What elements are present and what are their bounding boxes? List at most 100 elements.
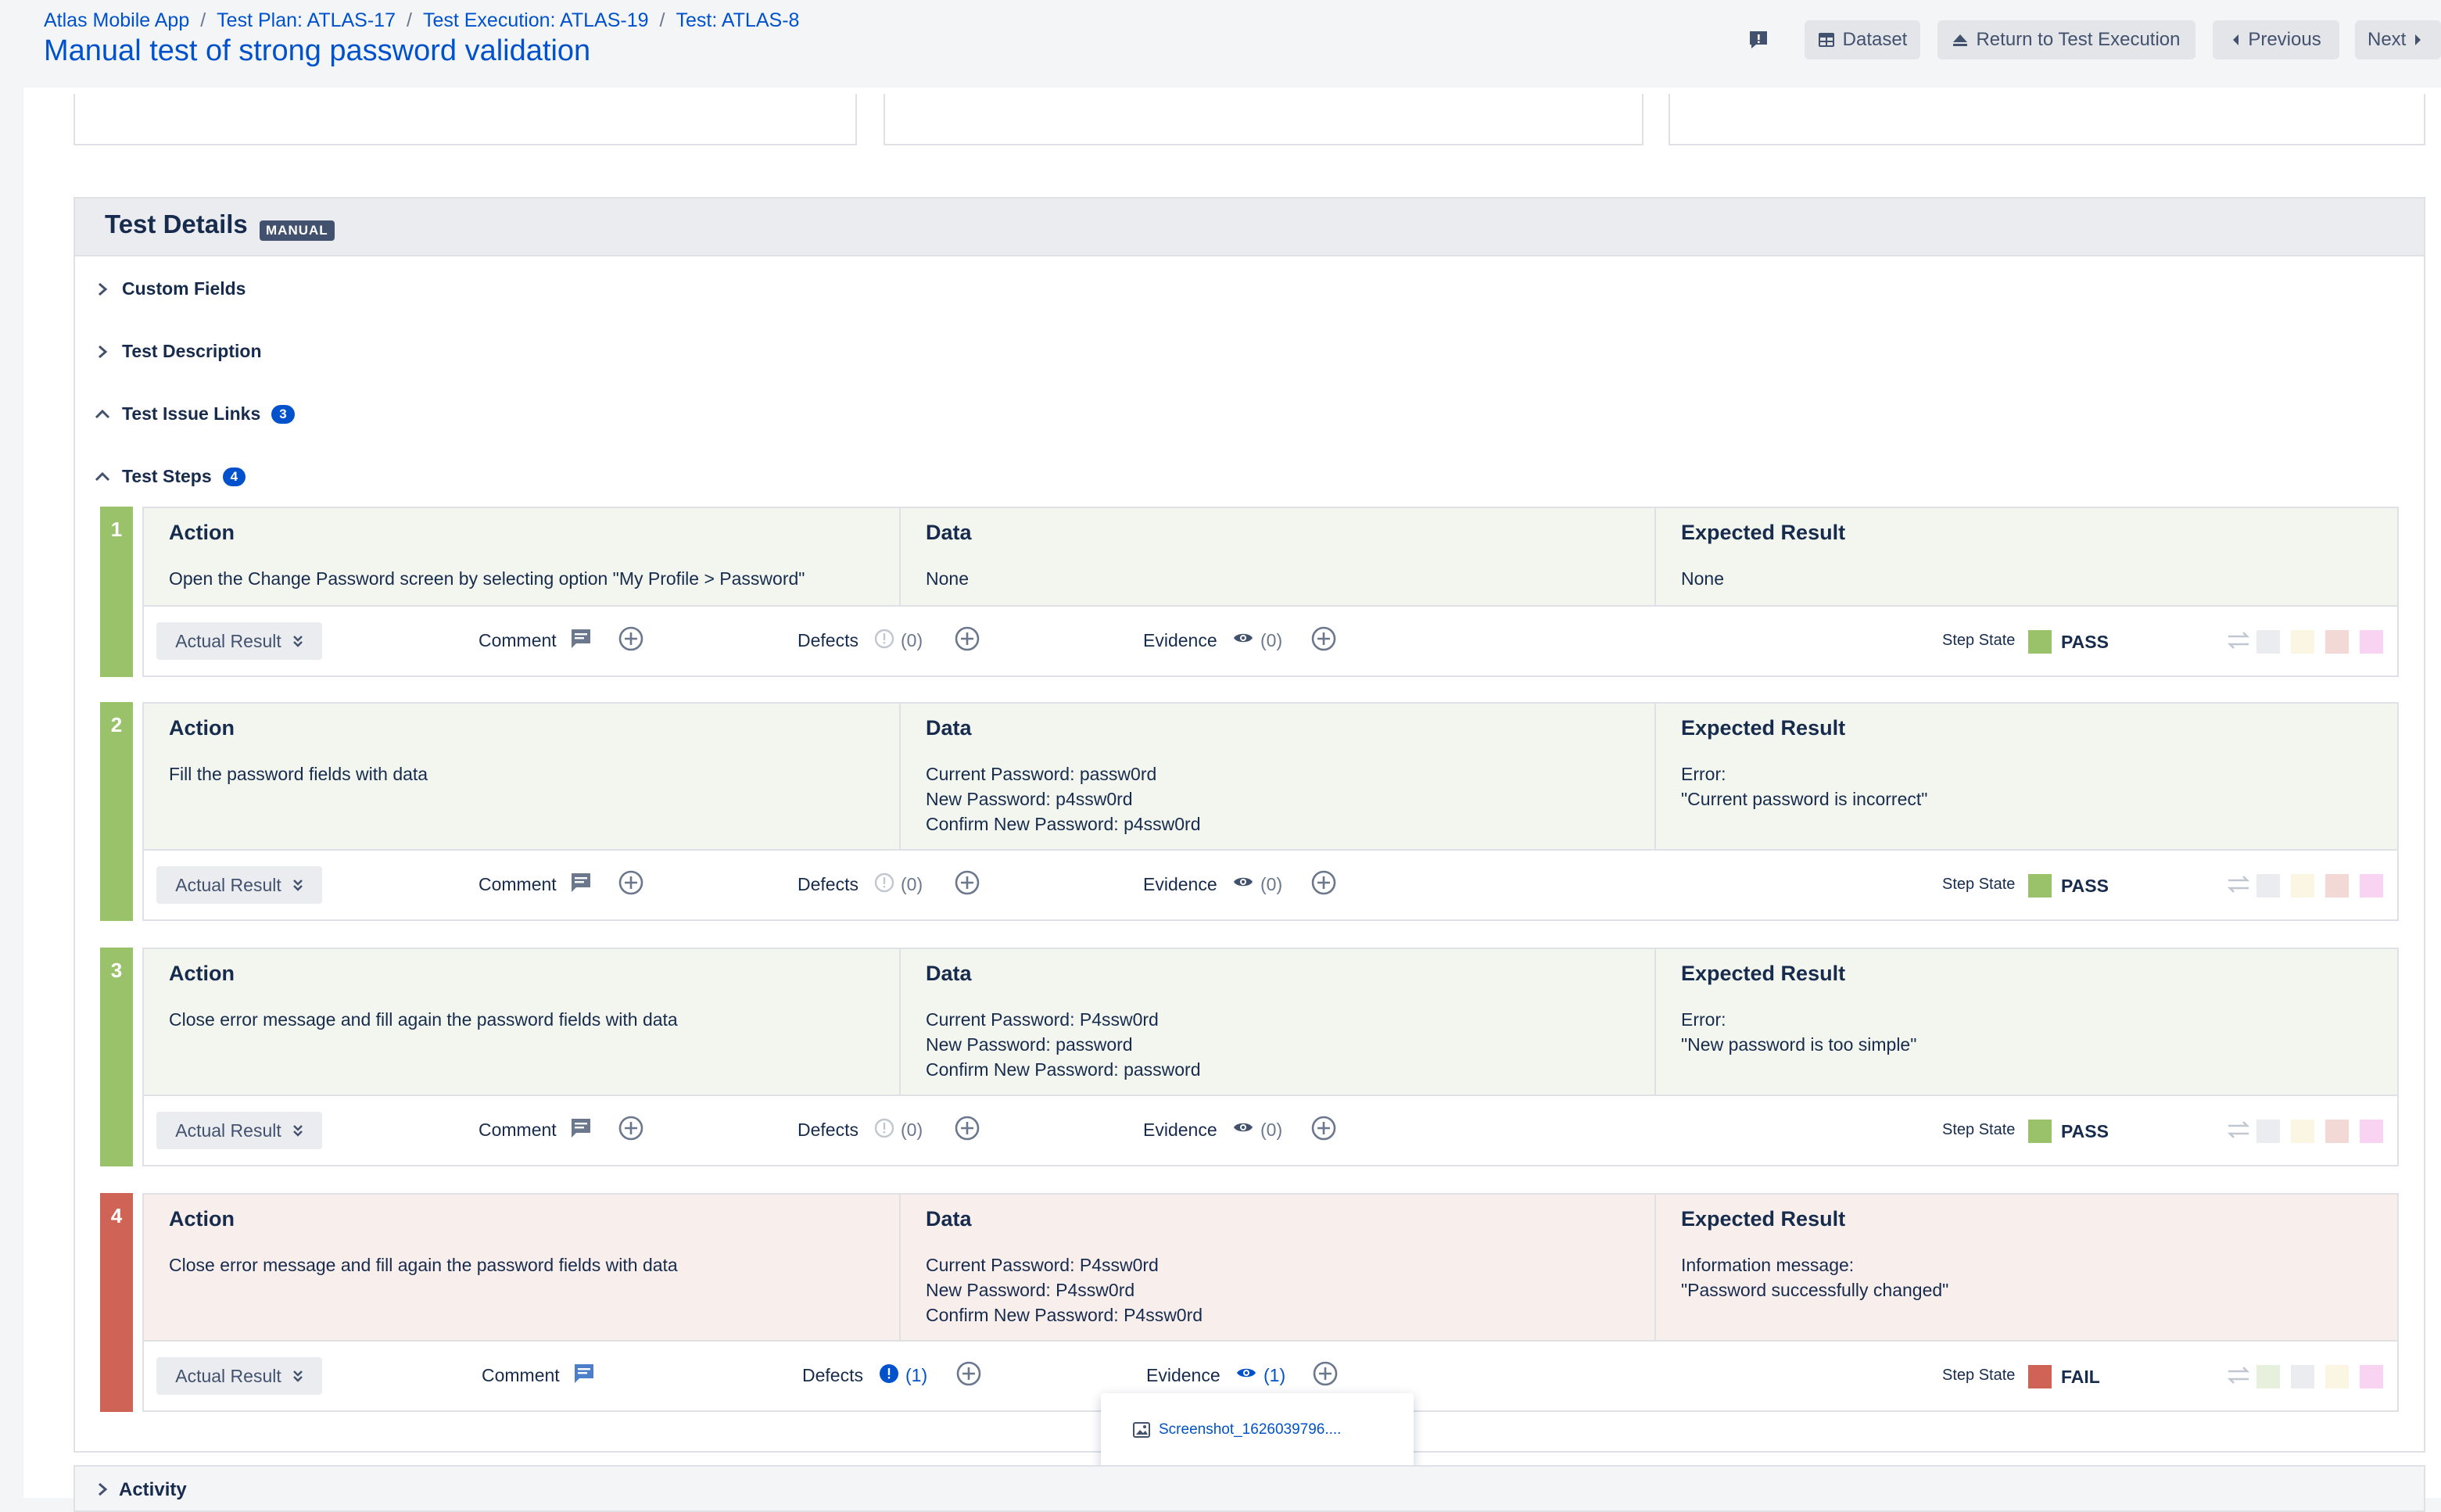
state-aborted-button[interactable] <box>2360 630 2383 654</box>
state-todo-button[interactable] <box>2256 1120 2280 1143</box>
comment-icon[interactable] <box>572 1362 596 1385</box>
test-details-title: Test Details <box>105 210 248 238</box>
step-definition: Action Open the Change Password screen b… <box>144 508 2397 607</box>
previous-button[interactable]: Previous <box>2213 20 2339 59</box>
step-state-value: FAIL <box>2061 1367 2100 1387</box>
test-description-label: Test Description <box>122 341 262 361</box>
state-executing-button[interactable] <box>2291 1120 2314 1143</box>
evidence-popup: Screenshot_1626039796.... <box>1101 1393 1414 1474</box>
action-header: Action <box>169 1207 235 1231</box>
breadcrumb-test-execution[interactable]: Test Execution: ATLAS-19 <box>423 9 649 31</box>
chevron-left-icon <box>2233 34 2239 45</box>
expected-result-text: Error: "New password is too simple" <box>1681 1009 1917 1055</box>
data-text: None <box>926 568 969 589</box>
expected-result-header: Expected Result <box>1681 1207 1846 1231</box>
test-issue-links-toggle[interactable]: Test Issue Links 3 <box>94 403 295 425</box>
page-title: Manual test of strong password validatio… <box>44 34 591 67</box>
action-column: Action Close error message and fill agai… <box>144 949 899 1095</box>
action-column: Action Close error message and fill agai… <box>144 1195 899 1340</box>
swap-arrows-icon[interactable] <box>2225 874 2252 894</box>
state-fail-button[interactable] <box>2325 630 2349 654</box>
comment-label: Comment <box>482 1365 560 1385</box>
actual-result-button[interactable]: Actual Result <box>156 1357 322 1395</box>
add-defect-icon[interactable] <box>954 1115 980 1141</box>
actual-result-label: Actual Result <box>175 1120 281 1141</box>
comment-icon[interactable] <box>569 627 593 650</box>
comment-label: Comment <box>479 1120 557 1140</box>
state-executing-button[interactable] <box>2325 1365 2349 1388</box>
state-pass-button[interactable] <box>2256 1365 2280 1388</box>
defects-count[interactable]: (1) <box>905 1365 927 1386</box>
expected-result-text: Information message: "Password successfu… <box>1681 1255 1949 1300</box>
add-evidence-icon[interactable] <box>1310 869 1337 896</box>
test-steps-toggle[interactable]: Test Steps 4 <box>94 466 246 487</box>
comment-icon[interactable] <box>569 871 593 894</box>
swap-arrows-icon[interactable] <box>2225 1120 2252 1140</box>
state-todo-button[interactable] <box>2291 1365 2314 1388</box>
state-fail-button[interactable] <box>2325 874 2349 898</box>
eye-icon[interactable] <box>1235 1365 1257 1381</box>
add-evidence-icon[interactable] <box>1310 1115 1337 1141</box>
state-executing-button[interactable] <box>2291 874 2314 898</box>
state-aborted-button[interactable] <box>2360 874 2383 898</box>
add-comment-icon[interactable] <box>618 869 644 896</box>
add-defect-icon[interactable] <box>954 869 980 896</box>
evidence-count: (0) <box>1260 1120 1283 1140</box>
add-comment-icon[interactable] <box>618 625 644 652</box>
step-number-bar: 3 <box>100 948 133 1166</box>
breadcrumb-separator: / <box>200 9 206 31</box>
expected-result-header: Expected Result <box>1681 962 1846 985</box>
data-column: Data Current Password: P4ssw0rd New Pass… <box>899 949 1654 1095</box>
action-column: Action Fill the password fields with dat… <box>144 704 899 849</box>
defects-label: Defects <box>798 630 858 650</box>
feedback-icon[interactable] <box>1748 30 1769 50</box>
breadcrumb-project[interactable]: Atlas Mobile App <box>44 9 189 31</box>
actual-result-button[interactable]: Actual Result <box>156 622 322 660</box>
defects-label: Defects <box>798 874 858 894</box>
custom-fields-toggle[interactable]: Custom Fields <box>94 278 246 299</box>
add-evidence-icon[interactable] <box>1312 1360 1339 1387</box>
test-steps-label: Test Steps <box>122 466 212 486</box>
defects-count: (0) <box>901 874 923 894</box>
breadcrumb-test[interactable]: Test: ATLAS-8 <box>676 9 799 31</box>
data-text: Current Password: P4ssw0rd New Password:… <box>926 1255 1203 1325</box>
step-state-color <box>2028 1365 2052 1388</box>
add-defect-icon[interactable] <box>954 625 980 652</box>
swap-arrows-icon[interactable] <box>2225 1365 2252 1385</box>
expected-result-text: None <box>1681 568 1724 589</box>
return-to-execution-button[interactable]: Return to Test Execution <box>1937 20 2195 59</box>
expected-result-header: Expected Result <box>1681 716 1846 740</box>
state-aborted-button[interactable] <box>2360 1365 2383 1388</box>
actual-result-button[interactable]: Actual Result <box>156 866 322 904</box>
actual-result-button[interactable]: Actual Result <box>156 1112 322 1149</box>
dataset-button[interactable]: Dataset <box>1805 20 1920 59</box>
defect-alert-icon[interactable] <box>879 1363 899 1384</box>
chevron-double-down-icon <box>292 636 303 647</box>
state-fail-button[interactable] <box>2325 1120 2349 1143</box>
step-state-color <box>2028 1120 2052 1143</box>
actual-result-label: Actual Result <box>175 874 281 895</box>
evidence-count[interactable]: (1) <box>1264 1365 1285 1386</box>
evidence-count: (0) <box>1260 874 1283 894</box>
state-todo-button[interactable] <box>2256 630 2280 654</box>
chevron-double-down-icon <box>292 1370 303 1382</box>
swap-arrows-icon[interactable] <box>2225 630 2252 650</box>
expected-result-column: Expected Result Information message: "Pa… <box>1654 1195 2397 1340</box>
previous-label: Previous <box>2248 29 2321 50</box>
add-evidence-icon[interactable] <box>1310 625 1337 652</box>
add-comment-icon[interactable] <box>618 1115 644 1141</box>
data-column: Data Current Password: P4ssw0rd New Pass… <box>899 1195 1654 1340</box>
evidence-file-link[interactable]: Screenshot_1626039796.... <box>1159 1421 1341 1439</box>
next-button[interactable]: Next <box>2355 20 2441 59</box>
step-state-value: PASS <box>2061 632 2109 652</box>
expected-result-header: Expected Result <box>1681 521 1846 544</box>
step-state-label: Step State <box>1942 1121 2016 1138</box>
state-todo-button[interactable] <box>2256 874 2280 898</box>
breadcrumb-test-plan[interactable]: Test Plan: ATLAS-17 <box>217 9 396 31</box>
comment-icon[interactable] <box>569 1116 593 1140</box>
test-description-toggle[interactable]: Test Description <box>94 341 262 362</box>
activity-section[interactable]: Activity <box>73 1465 2425 1512</box>
add-defect-icon[interactable] <box>955 1360 982 1387</box>
state-executing-button[interactable] <box>2291 630 2314 654</box>
state-aborted-button[interactable] <box>2360 1120 2383 1143</box>
